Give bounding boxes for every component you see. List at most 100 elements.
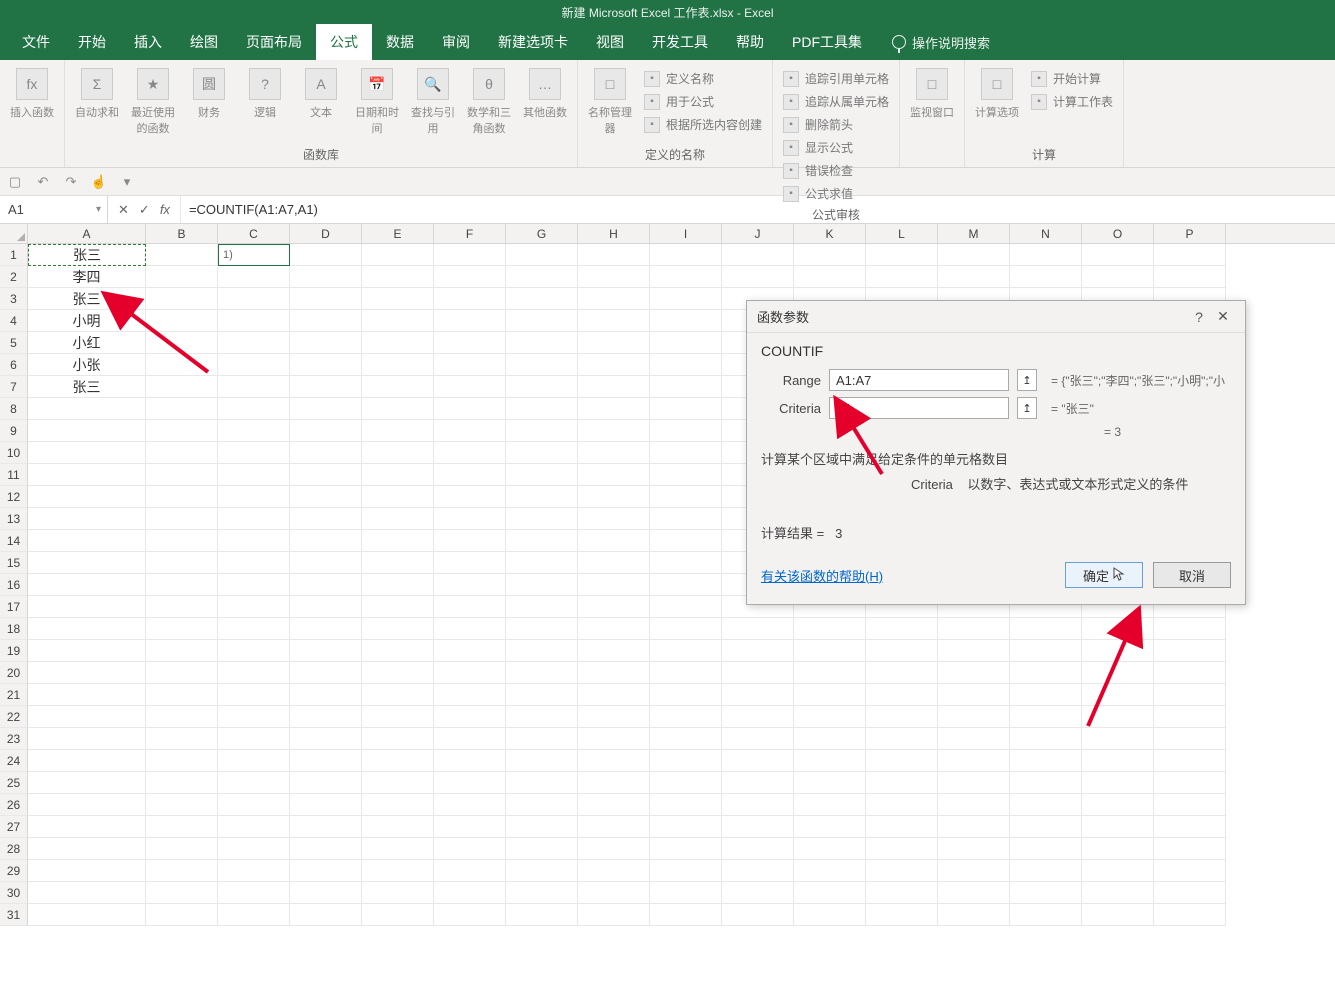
cell-O28[interactable] <box>1082 838 1154 860</box>
cell-F16[interactable] <box>434 574 506 596</box>
row-header[interactable]: 10 <box>0 442 28 464</box>
cell-N2[interactable] <box>1010 266 1082 288</box>
cell-F10[interactable] <box>434 442 506 464</box>
cell-C11[interactable] <box>218 464 290 486</box>
cell-M23[interactable] <box>938 728 1010 750</box>
cell-A30[interactable] <box>28 882 146 904</box>
column-header[interactable]: I <box>650 224 722 243</box>
cell-N29[interactable] <box>1010 860 1082 882</box>
cell-G19[interactable] <box>506 640 578 662</box>
select-all-corner[interactable] <box>0 224 28 243</box>
cell-M22[interactable] <box>938 706 1010 728</box>
cell-I10[interactable] <box>650 442 722 464</box>
cell-I13[interactable] <box>650 508 722 530</box>
cell-G5[interactable] <box>506 332 578 354</box>
cell-F24[interactable] <box>434 750 506 772</box>
cell-B20[interactable] <box>146 662 218 684</box>
cell-F13[interactable] <box>434 508 506 530</box>
ribbon-button[interactable]: 📅日期和时间 <box>351 64 403 142</box>
cell-N31[interactable] <box>1010 904 1082 926</box>
ribbon-small-button[interactable]: ▪开始计算 <box>1027 68 1117 89</box>
cell-H30[interactable] <box>578 882 650 904</box>
cell-B23[interactable] <box>146 728 218 750</box>
cell-N18[interactable] <box>1010 618 1082 640</box>
tab-7[interactable]: 审阅 <box>428 24 484 60</box>
cell-D25[interactable] <box>290 772 362 794</box>
cell-D16[interactable] <box>290 574 362 596</box>
cell-A16[interactable] <box>28 574 146 596</box>
cell-B4[interactable] <box>146 310 218 332</box>
cell-A19[interactable] <box>28 640 146 662</box>
qat-more-icon[interactable]: ▾ <box>118 173 136 191</box>
cell-E12[interactable] <box>362 486 434 508</box>
cell-H27[interactable] <box>578 816 650 838</box>
cell-G4[interactable] <box>506 310 578 332</box>
cell-H17[interactable] <box>578 596 650 618</box>
cell-F21[interactable] <box>434 684 506 706</box>
cell-E14[interactable] <box>362 530 434 552</box>
cell-E28[interactable] <box>362 838 434 860</box>
cell-I23[interactable] <box>650 728 722 750</box>
cell-I12[interactable] <box>650 486 722 508</box>
cell-J26[interactable] <box>722 794 794 816</box>
row-header[interactable]: 25 <box>0 772 28 794</box>
cell-E2[interactable] <box>362 266 434 288</box>
row-header[interactable]: 26 <box>0 794 28 816</box>
cell-P28[interactable] <box>1154 838 1226 860</box>
cell-O18[interactable] <box>1082 618 1154 640</box>
cell-L31[interactable] <box>866 904 938 926</box>
cell-D19[interactable] <box>290 640 362 662</box>
cell-H12[interactable] <box>578 486 650 508</box>
cell-K20[interactable] <box>794 662 866 684</box>
cell-H3[interactable] <box>578 288 650 310</box>
cell-F28[interactable] <box>434 838 506 860</box>
cell-I15[interactable] <box>650 552 722 574</box>
cell-F9[interactable] <box>434 420 506 442</box>
cell-E6[interactable] <box>362 354 434 376</box>
cell-P31[interactable] <box>1154 904 1226 926</box>
cell-F31[interactable] <box>434 904 506 926</box>
cell-E3[interactable] <box>362 288 434 310</box>
cell-J1[interactable] <box>722 244 794 266</box>
cell-E4[interactable] <box>362 310 434 332</box>
row-header[interactable]: 19 <box>0 640 28 662</box>
cell-D30[interactable] <box>290 882 362 904</box>
cell-D26[interactable] <box>290 794 362 816</box>
row-header[interactable]: 5 <box>0 332 28 354</box>
cell-G22[interactable] <box>506 706 578 728</box>
tab-8[interactable]: 新建选项卡 <box>484 24 582 60</box>
cell-F30[interactable] <box>434 882 506 904</box>
cell-E29[interactable] <box>362 860 434 882</box>
cell-B3[interactable] <box>146 288 218 310</box>
cell-C28[interactable] <box>218 838 290 860</box>
cell-E19[interactable] <box>362 640 434 662</box>
cell-B13[interactable] <box>146 508 218 530</box>
cell-H1[interactable] <box>578 244 650 266</box>
cell-C13[interactable] <box>218 508 290 530</box>
cell-L29[interactable] <box>866 860 938 882</box>
tab-10[interactable]: 开发工具 <box>638 24 722 60</box>
cell-G8[interactable] <box>506 398 578 420</box>
cell-N25[interactable] <box>1010 772 1082 794</box>
cell-M25[interactable] <box>938 772 1010 794</box>
ok-button[interactable]: 确定 <box>1065 562 1143 588</box>
row-header[interactable]: 14 <box>0 530 28 552</box>
cell-O20[interactable] <box>1082 662 1154 684</box>
cell-E22[interactable] <box>362 706 434 728</box>
cell-L25[interactable] <box>866 772 938 794</box>
cell-C18[interactable] <box>218 618 290 640</box>
cell-M2[interactable] <box>938 266 1010 288</box>
cell-L21[interactable] <box>866 684 938 706</box>
cell-P23[interactable] <box>1154 728 1226 750</box>
cell-M20[interactable] <box>938 662 1010 684</box>
cell-P18[interactable] <box>1154 618 1226 640</box>
row-header[interactable]: 29 <box>0 860 28 882</box>
cell-N20[interactable] <box>1010 662 1082 684</box>
cell-C20[interactable] <box>218 662 290 684</box>
cell-A15[interactable] <box>28 552 146 574</box>
cell-D23[interactable] <box>290 728 362 750</box>
help-link[interactable]: 有关该函数的帮助(H) <box>761 566 883 585</box>
cell-C29[interactable] <box>218 860 290 882</box>
dialog-titlebar[interactable]: 函数参数 ? ✕ <box>747 301 1245 333</box>
name-box[interactable]: A1 <box>0 196 108 223</box>
